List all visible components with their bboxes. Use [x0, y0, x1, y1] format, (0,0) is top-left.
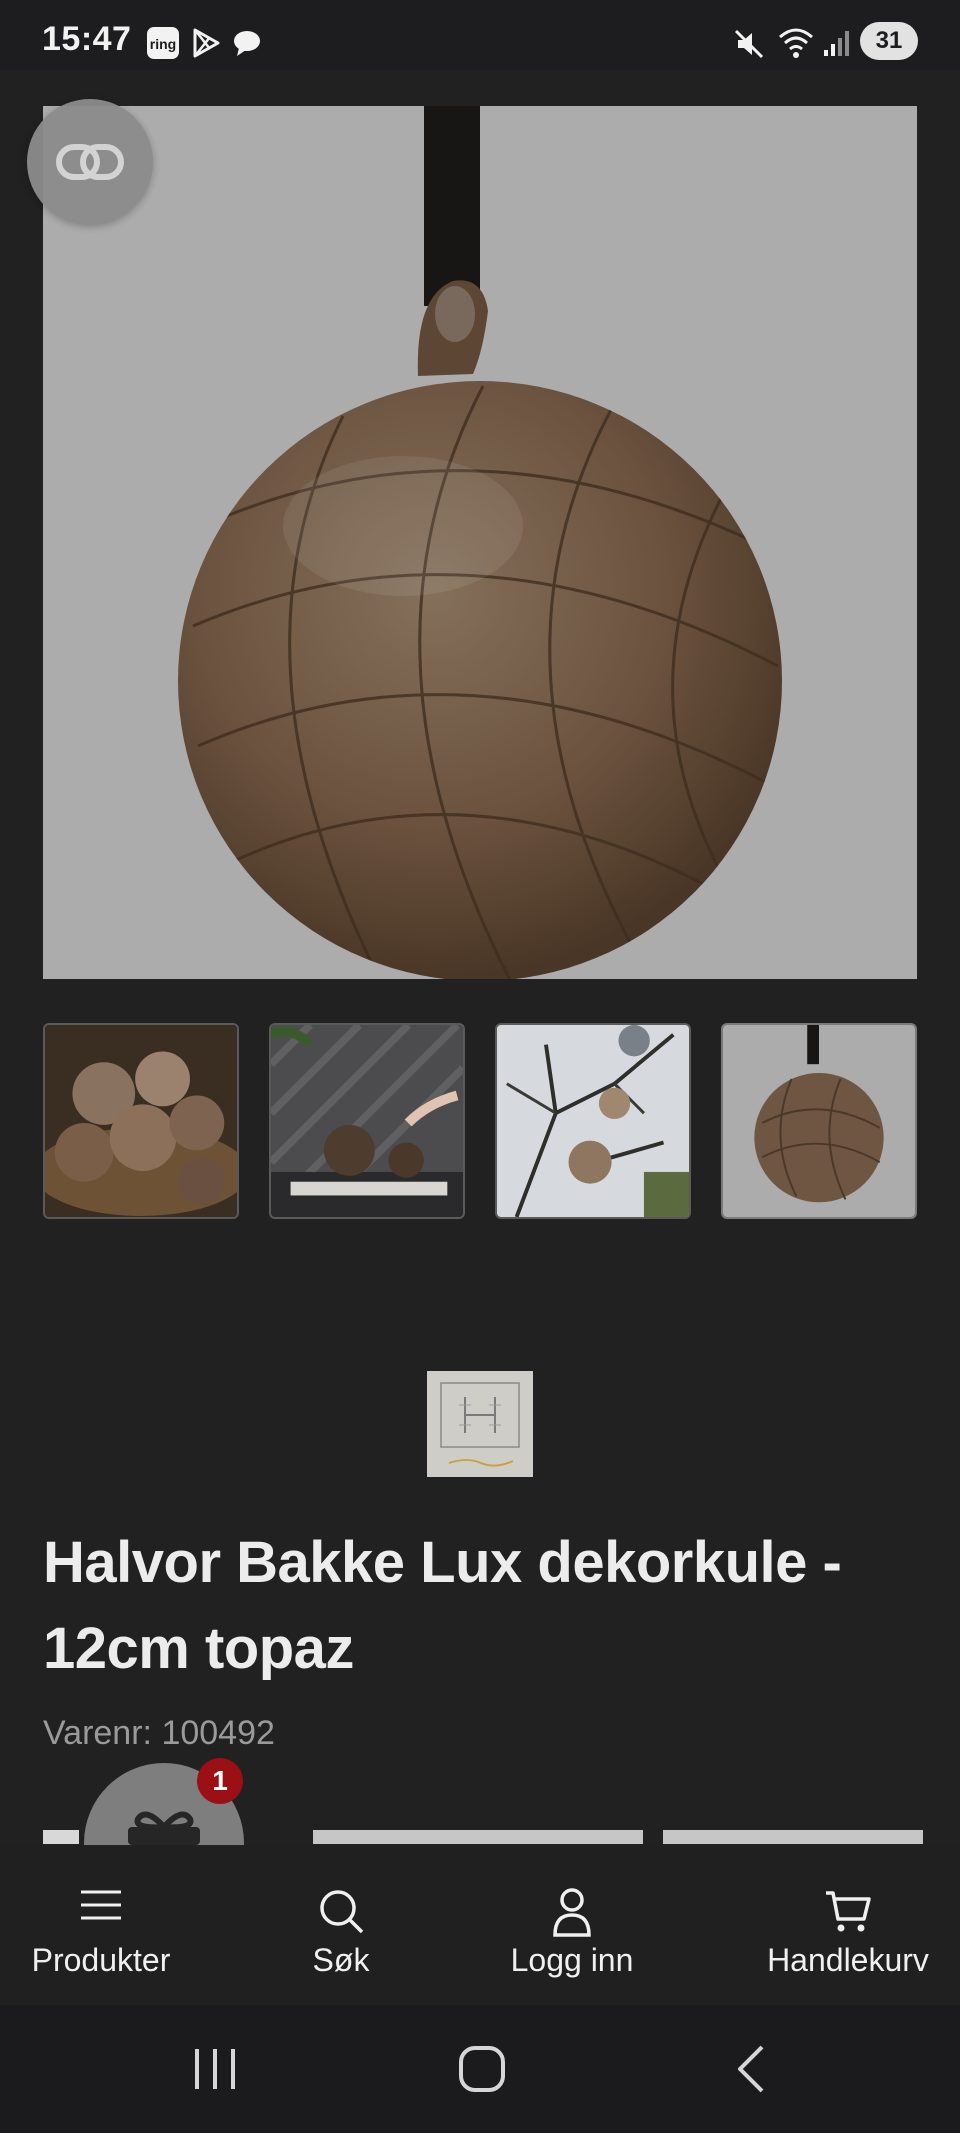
search-icon [317, 1887, 365, 1940]
thumbnail-bowl-of-baubles[interactable] [43, 1023, 239, 1219]
thumbnail-baubles-on-table[interactable] [269, 1023, 465, 1219]
menu-icon [79, 1887, 123, 1928]
recents-icon[interactable] [185, 2043, 245, 2095]
glass-bauble-image [43, 106, 917, 979]
play-store-icon [190, 27, 222, 64]
sku-value: 100492 [161, 1714, 275, 1752]
nav-label-handlekurv: Handlekurv [767, 1942, 929, 1978]
status-time: 15:47 [42, 20, 132, 58]
nav-label-logg-inn: Logg inn [510, 1942, 634, 1978]
product-sku: Varenr: 100492 [43, 1714, 275, 1753]
thumbnail-single-bauble[interactable] [721, 1023, 917, 1219]
product-title: Halvor Bakke Lux dekorkule - 12cm topaz [43, 1530, 842, 1681]
ring-icon: ring [146, 26, 180, 65]
home-icon[interactable] [452, 2043, 512, 2095]
nav-item-handlekurv[interactable]: Handlekurv [738, 1845, 958, 2005]
nav-item-logg-inn[interactable]: Logg inn [472, 1845, 672, 2005]
battery-indicator: 31 [860, 22, 918, 60]
cart-icon [824, 1887, 872, 1940]
compare-button[interactable] [27, 99, 153, 225]
signal-icon [822, 28, 852, 63]
nav-label-produkter: Produkter [31, 1942, 171, 1978]
bottom-navigation: Produkter Søk Logg inn Handlekurv [0, 1845, 960, 2005]
sku-label: Varenr: [43, 1714, 152, 1752]
status-bar: 15:47 ring 31 [0, 0, 960, 70]
product-main-image[interactable] [43, 106, 917, 979]
nav-item-produkter[interactable]: Produkter [0, 1845, 202, 2005]
link-icon [56, 144, 124, 180]
gift-badge: 1 [197, 1758, 243, 1804]
chat-bubble-icon [232, 29, 262, 62]
system-navigation-bar [0, 2005, 960, 2133]
svg-text:ring: ring [150, 36, 176, 52]
wifi-icon [776, 25, 816, 66]
nav-item-sok[interactable]: Søk [241, 1845, 441, 2005]
back-icon[interactable] [722, 2043, 782, 2095]
user-icon [552, 1887, 592, 1942]
thumbnail-baubles-on-tree[interactable] [495, 1023, 691, 1219]
nav-label-sok: Søk [312, 1942, 370, 1978]
thumbnail-gallery [43, 1023, 917, 1221]
mute-icon [732, 27, 766, 66]
brand-logo[interactable] [427, 1371, 533, 1477]
